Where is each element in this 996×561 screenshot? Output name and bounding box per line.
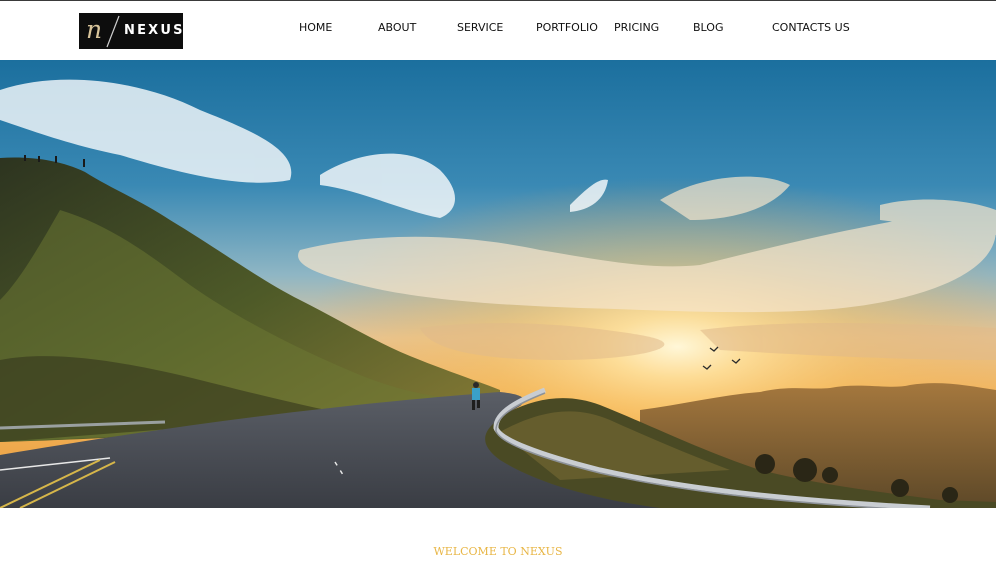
hero-banner [0,60,996,508]
welcome-heading: WELCOME TO NEXUS [433,545,563,558]
page: n NEXUS HOME ABOUT SERVICE PORTFOLIO PRI… [0,0,996,561]
site-logo[interactable]: n NEXUS [79,13,183,49]
site-header: n NEXUS HOME ABOUT SERVICE PORTFOLIO PRI… [0,0,996,60]
nav-about[interactable]: ABOUT [378,21,416,35]
nav-portfolio[interactable]: PORTFOLIO [536,21,598,35]
hero-image [0,60,996,508]
nav-pricing[interactable]: PRICING [614,21,659,35]
nav-blog[interactable]: BLOG [693,21,723,35]
logo-name: NEXUS [124,23,183,38]
nav-contacts[interactable]: CONTACTS US [772,21,850,35]
nav-service[interactable]: SERVICE [457,21,503,35]
nav-home[interactable]: HOME [299,21,332,35]
